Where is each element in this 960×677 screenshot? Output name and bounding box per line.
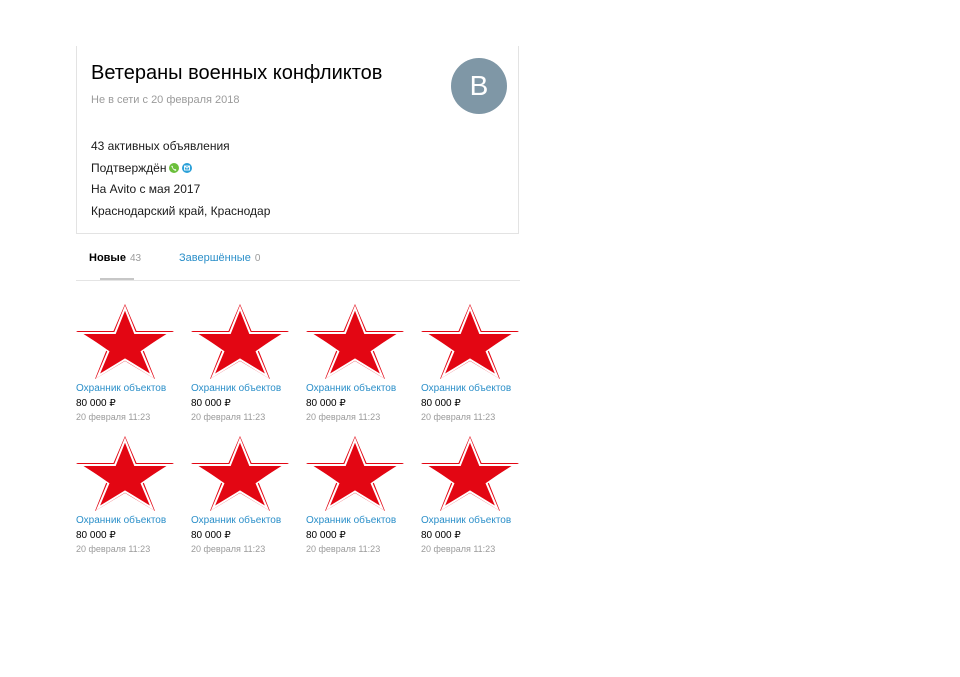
red-star-image[interactable] (421, 304, 519, 379)
tab-completed-count: 0 (254, 253, 261, 264)
verified-label: Подтверждён (91, 161, 167, 175)
ad-price: 80 000 ₽ (421, 530, 461, 541)
phone-verified-icon (169, 163, 180, 173)
ad-price: 80 000 ₽ (76, 530, 116, 541)
ad-date: 20 февраля 11:23 (76, 544, 151, 554)
tab-completed-label: Завершённые (179, 252, 251, 264)
ad-date: 20 февраля 11:23 (306, 412, 381, 422)
ad-title[interactable]: Охранник объектов (421, 383, 531, 394)
red-star-image[interactable] (306, 304, 404, 379)
red-star-image[interactable] (306, 436, 404, 511)
tab-completed[interactable]: Завершённые 0 (179, 252, 260, 264)
ad-title[interactable]: Охранник объектов (421, 515, 531, 526)
ad-title[interactable]: Охранник объектов (76, 515, 186, 526)
ad-card[interactable]: Охранник объектов 80 000 ₽ 20 февраля 11… (421, 436, 531, 554)
ad-price: 80 000 ₽ (421, 398, 461, 409)
ad-title[interactable]: Охранник объектов (191, 515, 301, 526)
ad-card[interactable]: Охранник объектов 80 000 ₽ 20 февраля 11… (76, 304, 186, 422)
red-star-image[interactable] (76, 436, 174, 511)
ad-card[interactable]: Охранник объектов 80 000 ₽ 20 февраля 11… (191, 436, 301, 554)
ad-card[interactable]: Охранник объектов 80 000 ₽ 20 февраля 11… (76, 436, 186, 554)
ad-price: 80 000 ₽ (191, 398, 231, 409)
ad-title[interactable]: Охранник объектов (306, 383, 416, 394)
ad-date: 20 февраля 11:23 (306, 544, 381, 554)
ad-date: 20 февраля 11:23 (421, 412, 496, 422)
profile-card: Ветераны военных конфликтов Не в сети с … (76, 46, 519, 234)
profile-name: Ветераны военных конфликтов (91, 62, 383, 84)
red-star-image[interactable] (76, 304, 174, 379)
ad-title[interactable]: Охранник объектов (76, 383, 186, 394)
ad-date: 20 февраля 11:23 (191, 412, 266, 422)
ad-date: 20 февраля 11:23 (76, 412, 151, 422)
profile-status: Не в сети с 20 февраля 2018 (91, 94, 240, 106)
ad-date: 20 февраля 11:23 (421, 544, 496, 554)
ad-price: 80 000 ₽ (76, 398, 116, 409)
ad-card[interactable]: Охранник объектов 80 000 ₽ 20 февраля 11… (306, 436, 416, 554)
active-tab-indicator (100, 278, 134, 280)
ad-title[interactable]: Охранник объектов (306, 515, 416, 526)
red-star-image[interactable] (191, 436, 289, 511)
ad-price: 80 000 ₽ (306, 530, 346, 541)
mail-verified-icon (182, 163, 193, 173)
tab-new[interactable]: Новые 43 (89, 252, 141, 264)
active-ads-count: 43 активных объявления (91, 139, 230, 153)
avatar[interactable]: В (451, 58, 507, 114)
tab-new-count: 43 (129, 253, 142, 264)
ads-tabs: Новые 43 Завершённые 0 (76, 236, 520, 281)
active-ads-label: 43 активных объявления (91, 139, 230, 153)
tab-new-label: Новые (89, 252, 126, 264)
ad-title[interactable]: Охранник объектов (191, 383, 301, 394)
ad-card[interactable]: Охранник объектов 80 000 ₽ 20 февраля 11… (191, 304, 301, 422)
ad-price: 80 000 ₽ (306, 398, 346, 409)
ad-card[interactable]: Охранник объектов 80 000 ₽ 20 февраля 11… (421, 304, 531, 422)
member-since-label: На Avito с мая 2017 (91, 182, 201, 196)
ad-price: 80 000 ₽ (191, 530, 231, 541)
red-star-image[interactable] (191, 304, 289, 379)
location: Краснодарский край, Краснодар (91, 204, 270, 218)
member-since: На Avito с мая 2017 (91, 182, 200, 196)
location-label: Краснодарский край, Краснодар (91, 204, 271, 218)
ad-card[interactable]: Охранник объектов 80 000 ₽ 20 февраля 11… (306, 304, 416, 422)
ad-date: 20 февраля 11:23 (191, 544, 266, 554)
verified-row: Подтверждён (91, 161, 193, 175)
red-star-image[interactable] (421, 436, 519, 511)
